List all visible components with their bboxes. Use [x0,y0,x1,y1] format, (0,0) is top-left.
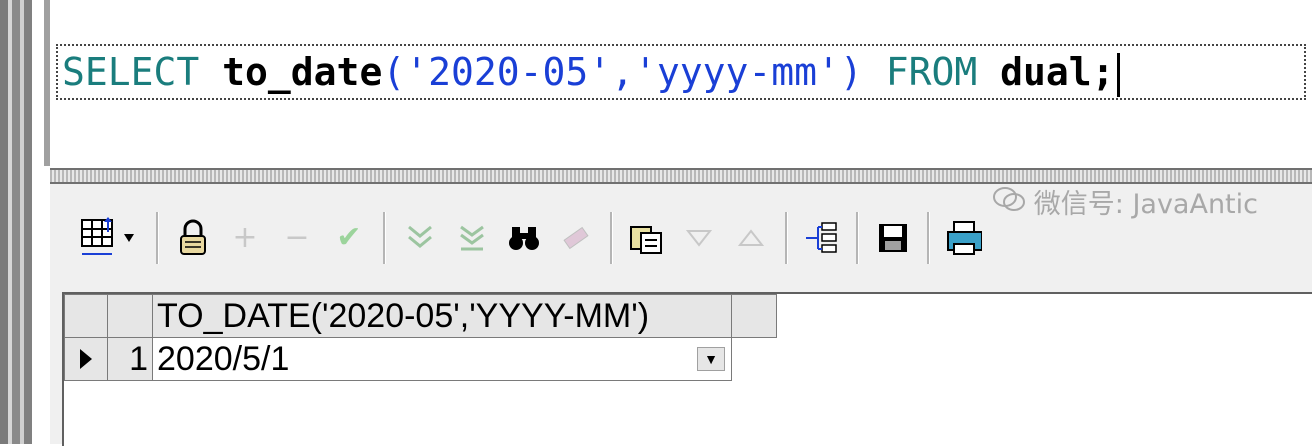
save-icon[interactable] [871,216,915,260]
toolbar-separator [785,212,788,264]
post-record-icon[interactable]: ✔ [327,216,371,260]
toolbar-separator [156,212,159,264]
cell-value-text: 2020/5/1 [157,339,290,378]
chevron-down-icon[interactable]: ▼ [697,347,725,371]
move-down-icon[interactable] [398,216,442,260]
empty-cell [732,338,777,381]
table-header-row: TO_DATE('2020-05','YYYY-MM') [64,294,777,338]
sort-ascending-icon[interactable] [729,216,773,260]
move-last-icon[interactable] [450,216,494,260]
lock-icon[interactable] [171,216,215,260]
toolbar-separator [610,212,613,264]
row-number: 1 [107,337,153,381]
find-icon[interactable] [502,216,546,260]
sql-close-paren: ) [839,50,863,94]
sql-keyword-from: FROM [885,50,978,94]
watermark: 微信号: JavaAntic [992,182,1258,221]
sql-function-name: to_date [222,50,383,94]
toolbar-separator [856,212,859,264]
sql-open-paren: ( [382,50,406,94]
tree-view-icon[interactable] [800,216,844,260]
sql-table-name: dual; [1000,50,1115,94]
sql-comma: , [611,50,635,94]
watermark-text: 微信号: JavaAntic [1033,189,1258,220]
sql-keyword-select: SELECT [62,50,200,94]
splitter-bar [0,0,8,444]
result-panel: + − ✔ TO_DATE('2020-05','YYYY-MM') 1 202… [50,184,1312,446]
toolbar-separator [927,212,930,264]
sort-descending-icon[interactable] [677,216,721,260]
grid-view-icon[interactable] [74,216,144,260]
query-by-example-icon[interactable] [625,216,669,260]
clear-icon[interactable] [554,216,598,260]
header-corner-indicator [64,294,108,338]
result-grid[interactable]: TO_DATE('2020-05','YYYY-MM') 1 2020/5/1 … [62,292,1312,446]
column-header[interactable]: TO_DATE('2020-05','YYYY-MM') [152,294,732,338]
table-row[interactable]: 1 2020/5/1 ▼ [64,337,777,381]
column-header-spare [731,294,777,338]
header-corner-rownum [107,294,153,338]
sql-statement-line[interactable]: SELECT to_date('2020-05','yyyy-mm') FROM… [56,44,1306,100]
sql-string-arg-1: '2020-05' [405,50,612,94]
add-record-icon[interactable]: + [223,216,267,260]
text-caret [1116,52,1120,97]
toolbar-separator [383,212,386,264]
wechat-icon [992,185,1026,219]
data-table: TO_DATE('2020-05','YYYY-MM') 1 2020/5/1 … [64,294,777,381]
cell-value[interactable]: 2020/5/1 ▼ [152,337,732,381]
splitter-bar [12,0,20,444]
delete-record-icon[interactable]: − [275,216,319,260]
sql-string-arg-2: 'yyyy-mm' [634,50,840,94]
splitter-bar [24,0,32,444]
sql-editor[interactable]: SELECT to_date('2020-05','yyyy-mm') FROM… [50,0,1312,168]
print-icon[interactable] [942,216,986,260]
current-row-indicator [64,337,108,381]
